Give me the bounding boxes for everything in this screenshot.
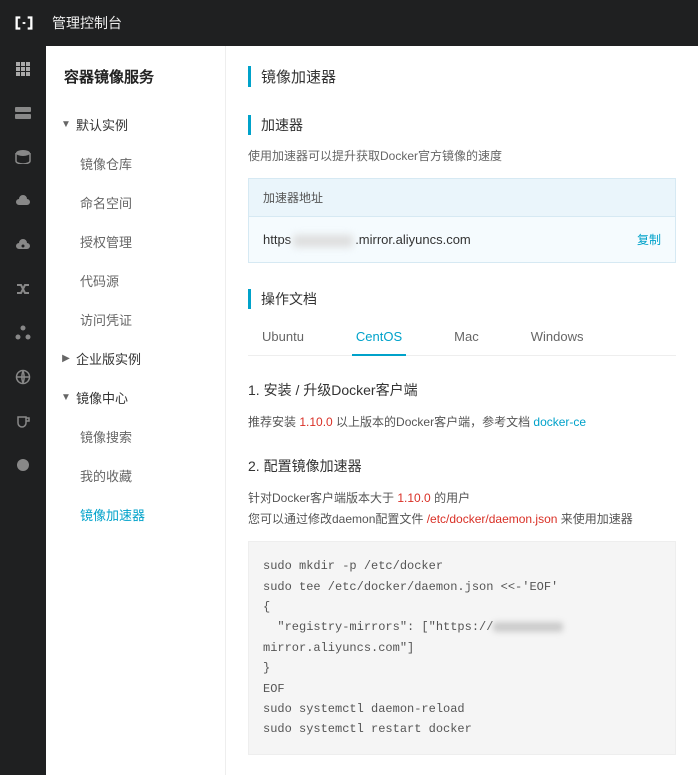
sidebar-item-auth[interactable]: 授权管理 [46, 222, 225, 261]
caret-right-icon: ▶ [60, 353, 72, 364]
sidebar-item-source[interactable]: 代码源 [46, 261, 225, 300]
code-block: sudo mkdir -p /etc/docker sudo tee /etc/… [248, 541, 676, 755]
accelerator-url-box: 加速器地址 https.mirror.aliyuncs.com 复制 [248, 178, 676, 263]
tab-windows[interactable]: Windows [527, 321, 588, 356]
sidebar-item-search[interactable]: 镜像搜索 [46, 417, 225, 456]
sidebar-service-title: 容器镜像服务 [46, 66, 225, 105]
nodes-icon[interactable] [14, 324, 32, 342]
sidebar-group-label: 默认实例 [76, 115, 128, 134]
server-icon[interactable] [14, 104, 32, 122]
cup-icon[interactable] [14, 412, 32, 430]
accelerator-title: 加速器 [248, 115, 676, 135]
tab-centos[interactable]: CentOS [352, 321, 406, 356]
sidebar-group-default: ▼ 默认实例 镜像仓库 命名空间 授权管理 代码源 访问凭证 [46, 105, 225, 339]
sidebar-item-repo[interactable]: 镜像仓库 [46, 144, 225, 183]
cloud-icon[interactable] [14, 192, 32, 210]
accelerator-desc: 使用加速器可以提升获取Docker官方镜像的速度 [248, 147, 676, 164]
sidebar-group-header-default[interactable]: ▼ 默认实例 [46, 105, 225, 144]
circle-icon[interactable] [14, 456, 32, 474]
docs-title: 操作文档 [248, 289, 676, 309]
redacted-text [293, 235, 353, 247]
redacted-text [493, 622, 563, 632]
sidebar-group-header-enterprise[interactable]: ▶ 企业版实例 [46, 339, 225, 378]
sidebar-item-credentials[interactable]: 访问凭证 [46, 300, 225, 339]
database-icon[interactable] [14, 148, 32, 166]
sidebar-group-label: 镜像中心 [76, 388, 128, 407]
page-title: 镜像加速器 [248, 66, 676, 87]
tab-mac[interactable]: Mac [450, 321, 483, 356]
tab-ubuntu[interactable]: Ubuntu [258, 321, 308, 356]
sidebar-group-enterprise: ▶ 企业版实例 [46, 339, 225, 378]
os-tabs: Ubuntu CentOS Mac Windows [248, 321, 676, 356]
step2-desc: 针对Docker客户端版本大于 1.10.0 的用户 您可以通过修改daemon… [248, 488, 676, 529]
caret-down-icon: ▼ [60, 119, 72, 130]
sidebar-group-header-center[interactable]: ▼ 镜像中心 [46, 378, 225, 417]
accelerator-url: https.mirror.aliyuncs.com [263, 232, 471, 247]
cloud-alt-icon[interactable] [14, 236, 32, 254]
url-box-header: 加速器地址 [249, 179, 675, 217]
docker-ce-link[interactable]: docker-ce [533, 415, 586, 429]
topbar-title: 管理控制台 [52, 13, 122, 33]
step1-desc: 推荐安装 1.10.0 以上版本的Docker客户端，参考文档 docker-c… [248, 412, 676, 432]
sidebar-item-favorites[interactable]: 我的收藏 [46, 456, 225, 495]
sidebar-item-accelerator[interactable]: 镜像加速器 [46, 495, 225, 534]
topbar: 管理控制台 [0, 0, 698, 46]
icon-rail [0, 46, 46, 775]
main-content: 镜像加速器 加速器 使用加速器可以提升获取Docker官方镜像的速度 加速器地址… [226, 46, 698, 775]
grid-icon[interactable] [14, 60, 32, 78]
sidebar-group-label: 企业版实例 [76, 349, 141, 368]
caret-down-icon: ▼ [60, 392, 72, 403]
sidebar-item-namespace[interactable]: 命名空间 [46, 183, 225, 222]
step1-title: 1. 安装 / 升级Docker客户端 [248, 380, 676, 400]
globe-icon[interactable] [14, 368, 32, 386]
sidebar: 容器镜像服务 ▼ 默认实例 镜像仓库 命名空间 授权管理 代码源 访问凭证 ▶ … [46, 46, 226, 775]
sidebar-group-center: ▼ 镜像中心 镜像搜索 我的收藏 镜像加速器 [46, 378, 225, 534]
brand-logo-icon [12, 11, 36, 35]
step2-title: 2. 配置镜像加速器 [248, 456, 676, 476]
copy-button[interactable]: 复制 [637, 231, 661, 248]
shuffle-icon[interactable] [14, 280, 32, 298]
